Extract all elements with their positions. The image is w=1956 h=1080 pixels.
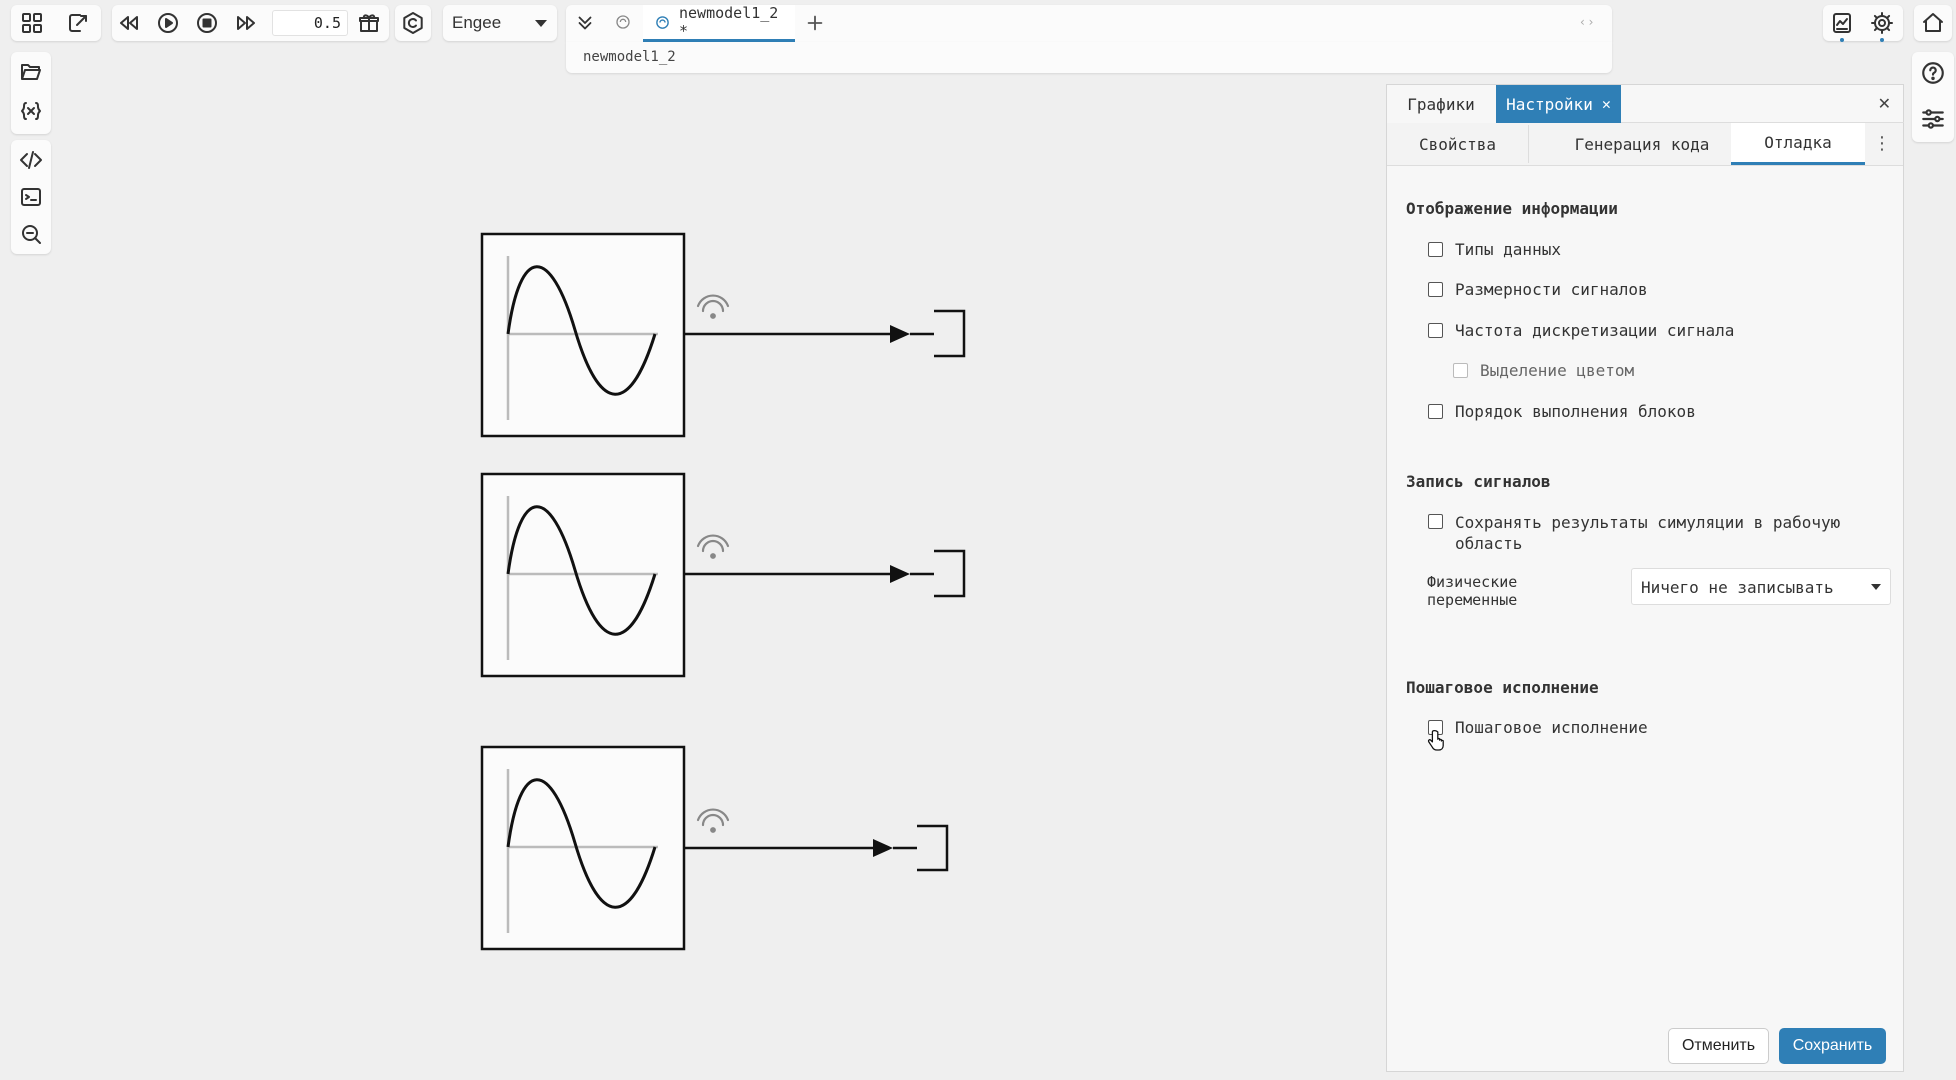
gear-icon[interactable] <box>1865 6 1899 40</box>
option-label: Размерности сигналов <box>1455 280 1648 299</box>
option-step-execution[interactable]: Пошаговое исполнение <box>1428 718 1648 737</box>
cancel-button[interactable]: Отменить <box>1668 1028 1769 1064</box>
tab-settings[interactable]: Настройки ✕ <box>1496 85 1621 123</box>
settings-panel: Графики Настройки ✕ ✕ Свойства Генерация… <box>1386 84 1904 1072</box>
terminator-block[interactable] <box>910 549 966 598</box>
subtab-debug-label: Отладка <box>1764 133 1832 152</box>
signal-broadcast-icon <box>696 294 730 319</box>
section-title-logging: Запись сигналов <box>1406 472 1551 491</box>
home-button-group <box>1914 5 1952 41</box>
cursor-hand-icon <box>1427 730 1445 756</box>
checkbox[interactable] <box>1428 514 1443 529</box>
option-sample-rate[interactable]: Частота дискретизации сигнала <box>1428 321 1734 340</box>
phys-vars-label: Физические переменные <box>1427 573 1518 609</box>
subtab-debug[interactable]: Отладка <box>1731 123 1865 165</box>
tab-scroll-arrows-icon[interactable]: ‹ › <box>1580 15 1593 29</box>
right-sidebar <box>1912 52 1954 142</box>
option-save-to-workspace[interactable]: Сохранять результаты симуляции в рабочую… <box>1428 512 1868 554</box>
subtab-properties[interactable]: Свойства <box>1387 125 1529 163</box>
more-vert-icon[interactable]: ⋮ <box>1873 133 1891 154</box>
gear-active-dot <box>1880 38 1884 42</box>
checkbox[interactable] <box>1428 404 1443 419</box>
terminator-block[interactable] <box>893 824 949 872</box>
signal-line[interactable] <box>684 325 910 343</box>
option-label: Сохранять результаты симуляции в рабочую… <box>1455 513 1841 553</box>
option-signal-dimensions[interactable]: Размерности сигналов <box>1428 280 1648 299</box>
option-execution-order[interactable]: Порядок выполнения блоков <box>1428 402 1696 421</box>
tab-graphs[interactable]: Графики <box>1387 85 1495 124</box>
sine-wave-block[interactable] <box>480 232 686 438</box>
signal-broadcast-icon <box>696 808 730 833</box>
close-icon[interactable]: ✕ <box>1602 95 1611 113</box>
phys-vars-select-value: Ничего не записывать <box>1641 578 1834 597</box>
right-toolbar-group <box>1823 5 1903 42</box>
option-label: Частота дискретизации сигнала <box>1455 321 1735 340</box>
section-title-step: Пошаговое исполнение <box>1406 678 1599 697</box>
option-label: Выделение цветом <box>1480 361 1635 380</box>
chart-icon[interactable] <box>1825 6 1859 40</box>
subtab-properties-label: Свойства <box>1418 134 1497 154</box>
phys-vars-select[interactable]: Ничего не записывать <box>1631 568 1891 605</box>
subtab-codegen[interactable]: Генерация кода <box>1529 125 1756 163</box>
signal-broadcast-icon <box>696 534 730 559</box>
checkbox <box>1453 363 1468 378</box>
option-label: Пошаговое исполнение <box>1455 718 1648 737</box>
option-color-highlight: Выделение цветом <box>1453 361 1634 380</box>
checkbox[interactable] <box>1428 242 1443 257</box>
subtab-codegen-label: Генерация кода <box>1574 134 1710 154</box>
sliders-icon[interactable] <box>1916 102 1950 136</box>
panel-close-icon[interactable]: ✕ <box>1878 94 1891 113</box>
option-label: Порядок выполнения блоков <box>1455 402 1696 421</box>
home-icon[interactable] <box>1916 6 1950 40</box>
save-button[interactable]: Сохранить <box>1779 1028 1886 1064</box>
chart-active-dot <box>1840 38 1844 42</box>
terminator-block[interactable] <box>910 309 966 358</box>
checkbox[interactable] <box>1428 323 1443 338</box>
chevron-down-icon <box>1871 584 1881 590</box>
option-label: Типы данных <box>1455 240 1561 259</box>
signal-line[interactable] <box>684 839 893 857</box>
signal-line[interactable] <box>684 565 910 583</box>
option-data-types[interactable]: Типы данных <box>1428 240 1561 259</box>
section-title-info: Отображение информации <box>1406 199 1618 218</box>
model-canvas[interactable] <box>0 0 1380 1080</box>
sine-wave-block[interactable] <box>480 745 686 951</box>
sine-wave-block[interactable] <box>480 472 686 678</box>
tab-graphs-label: Графики <box>1407 94 1475 114</box>
checkbox[interactable] <box>1428 282 1443 297</box>
tab-settings-label: Настройки <box>1506 94 1593 114</box>
help-icon[interactable] <box>1916 56 1950 90</box>
